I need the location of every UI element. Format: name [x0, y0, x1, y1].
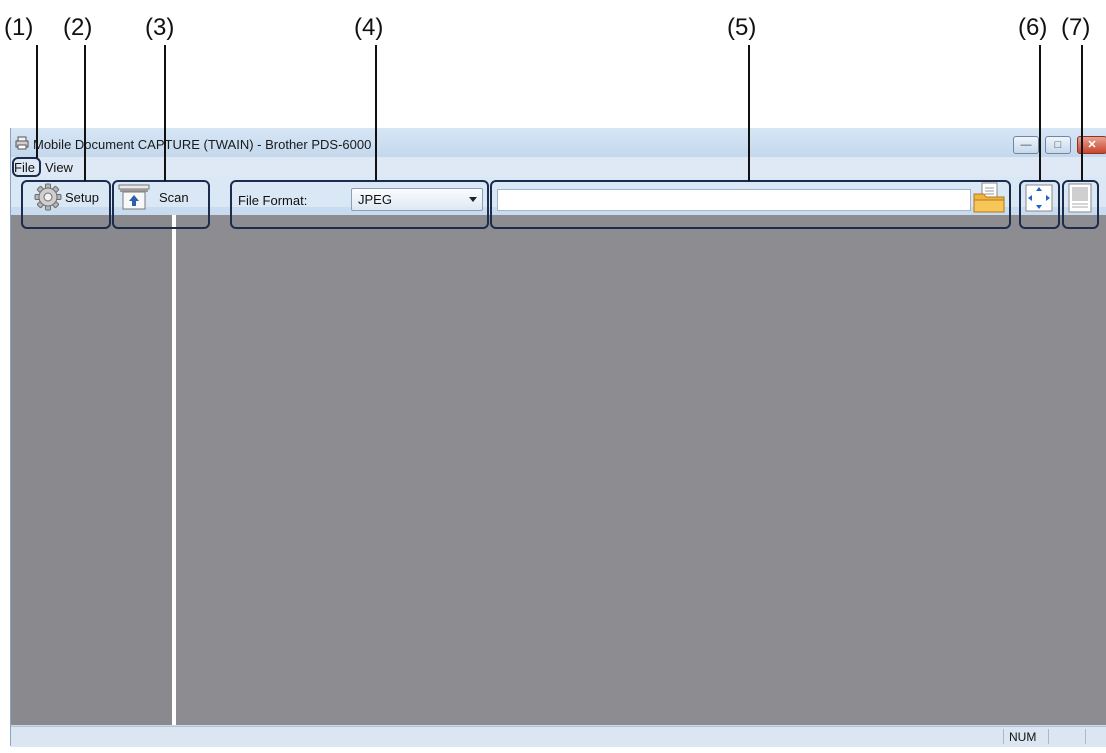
menu-file[interactable]: File [14, 160, 35, 175]
callout-2: (2) [63, 14, 93, 41]
scan-label: Scan [159, 189, 189, 205]
leader-line-6 [1039, 45, 1041, 181]
scan-button[interactable]: Scan [117, 183, 189, 211]
minimize-icon: — [1020, 139, 1032, 151]
title-bar[interactable]: Mobile Document CAPTURE (TWAIN) - Brothe… [11, 128, 1106, 158]
leader-line-1 [36, 45, 38, 158]
folder-icon [973, 182, 1005, 213]
menu-bar: File View [11, 157, 1106, 177]
preview-area[interactable] [176, 215, 1106, 725]
thumbnail-panel[interactable] [11, 215, 172, 725]
fit-page-button[interactable] [1024, 183, 1054, 213]
leader-line-4 [375, 45, 377, 181]
close-icon: ✕ [1087, 139, 1097, 151]
leader-line-3 [164, 45, 166, 181]
callout-4: (4) [354, 14, 384, 41]
callout-6: (6) [1018, 14, 1048, 41]
file-format-label: File Format: [238, 193, 308, 208]
gear-icon [34, 183, 62, 211]
maximize-icon: □ [1054, 139, 1062, 151]
setup-label: Setup [65, 189, 99, 205]
app-window: Mobile Document CAPTURE (TWAIN) - Brothe… [10, 128, 1106, 747]
save-path-input[interactable] [497, 189, 971, 211]
file-format-select[interactable]: JPEG [351, 188, 483, 211]
menu-view[interactable]: View [45, 160, 73, 175]
status-divider [1048, 729, 1049, 744]
file-format-value: JPEG [358, 192, 392, 207]
status-bar: NUM [11, 726, 1106, 747]
single-page-icon [1068, 183, 1092, 213]
setup-button[interactable]: Setup [33, 183, 99, 211]
single-page-view-button[interactable] [1067, 182, 1093, 214]
leader-line-2 [84, 45, 86, 181]
status-divider [1085, 729, 1086, 744]
browse-folder-button[interactable] [971, 182, 1007, 214]
printer-icon [15, 136, 29, 150]
leader-line-5 [748, 45, 750, 181]
callout-5: (5) [727, 14, 757, 41]
callout-3: (3) [145, 14, 175, 41]
num-lock-indicator: NUM [1009, 730, 1037, 744]
minimize-button[interactable]: — [1013, 136, 1039, 154]
fit-page-icon [1025, 184, 1053, 212]
callout-1: (1) [4, 14, 34, 41]
maximize-button[interactable]: □ [1045, 136, 1071, 154]
leader-line-7 [1081, 45, 1083, 181]
scanner-icon [118, 184, 150, 210]
callout-7: (7) [1061, 14, 1091, 41]
chevron-down-icon [469, 197, 477, 202]
status-divider [1003, 729, 1004, 744]
toolbar: Setup Scan File Format: JPEG [11, 177, 1106, 213]
